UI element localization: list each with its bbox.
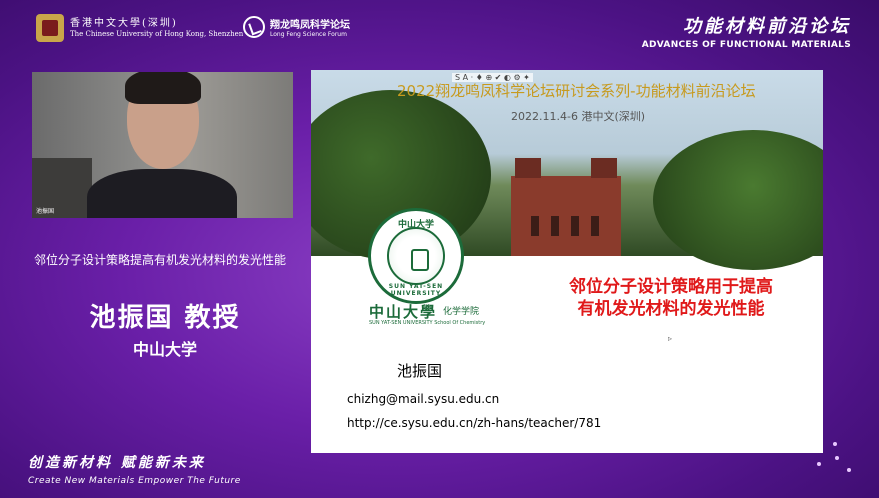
longfeng-logo: 翔龙鸣凤科学论坛 Long Feng Science Forum: [243, 16, 350, 38]
presentation-slide[interactable]: S A · ♦ ⊕ ✔ ◐ ⚙ ✦ 2022翔龙鸣凤科学论坛研讨会系列-功能材料…: [311, 70, 823, 453]
molecule-decoration-icon: [817, 442, 853, 476]
longfeng-name-en: Long Feng Science Forum: [270, 31, 347, 38]
mouse-cursor-icon: ▹: [668, 334, 673, 343]
webcam-name-label: 池振国: [36, 208, 55, 215]
slide-date: 2022.11.4-6 港中文(深圳): [511, 110, 646, 123]
slide-talk-title-line2: 有机发光材料的发光性能: [577, 299, 765, 320]
slogan-cn: 创造新材料 赋能新未来: [28, 455, 206, 471]
cuhk-logo: 香港中文大學(深圳) The Chinese University of Hon…: [36, 14, 243, 42]
cuhk-name-cn: 香港中文大學(深圳): [70, 17, 178, 29]
speaker-affiliation: 中山大学: [132, 340, 197, 359]
forum-title-en: ADVANCES OF FUNCTIONAL MATERIALS: [641, 40, 851, 50]
longfeng-name-cn: 翔龙鸣凤科学论坛: [270, 20, 350, 31]
cuhk-name-en: The Chinese University of Hong Kong, She…: [70, 29, 244, 38]
slide-talk-title-line1: 邻位分子设计策略用于提高: [569, 277, 773, 297]
seal-text-bottom: SUN YAT-SEN UNIVERSITY: [388, 283, 444, 297]
sysu-name: 中山大學: [369, 303, 438, 321]
slide-speaker-name: 池振国: [397, 362, 443, 380]
sysu-school: 化学学院: [443, 307, 480, 317]
top-bar: 香港中文大學(深圳) The Chinese University of Hon…: [0, 0, 879, 52]
speaker-video-image: [87, 72, 237, 218]
footer-slogan: 创造新材料 赋能新未来 Create New Materials Empower…: [28, 452, 241, 486]
longfeng-icon: [243, 16, 265, 38]
forum-title: 功能材料前沿论坛 ADVANCES OF FUNCTIONAL MATERIAL…: [642, 12, 851, 50]
slide-url: http://ce.sysu.edu.cn/zh-hans/teacher/78…: [347, 416, 602, 430]
speaker-webcam-video[interactable]: 池振国: [32, 72, 293, 218]
sysu-name-en: SUN YAT-SEN UNIVERSITY School Of Chemist…: [369, 320, 486, 326]
sysu-seal-icon: 中山大学 SUN YAT-SEN UNIVERSITY: [368, 208, 464, 304]
slide-talk-title: 邻位分子设计策略用于提高 有机发光材料的发光性能: [531, 276, 811, 320]
campus-building: [511, 158, 621, 256]
speaker-name: 池振国 教授: [89, 303, 241, 333]
slogan-en: Create New Materials Empower The Future: [28, 476, 241, 486]
slide-title: 2022翔龙鸣凤科学论坛研讨会系列-功能材料前沿论坛: [397, 82, 756, 100]
talk-title: 邻位分子设计策略提高有机发光材料的发光性能: [33, 253, 286, 267]
slide-email: chizhg@mail.sysu.edu.cn: [347, 392, 500, 406]
forum-title-cn: 功能材料前沿论坛: [683, 16, 851, 37]
cuhk-crest-icon: [36, 14, 64, 42]
